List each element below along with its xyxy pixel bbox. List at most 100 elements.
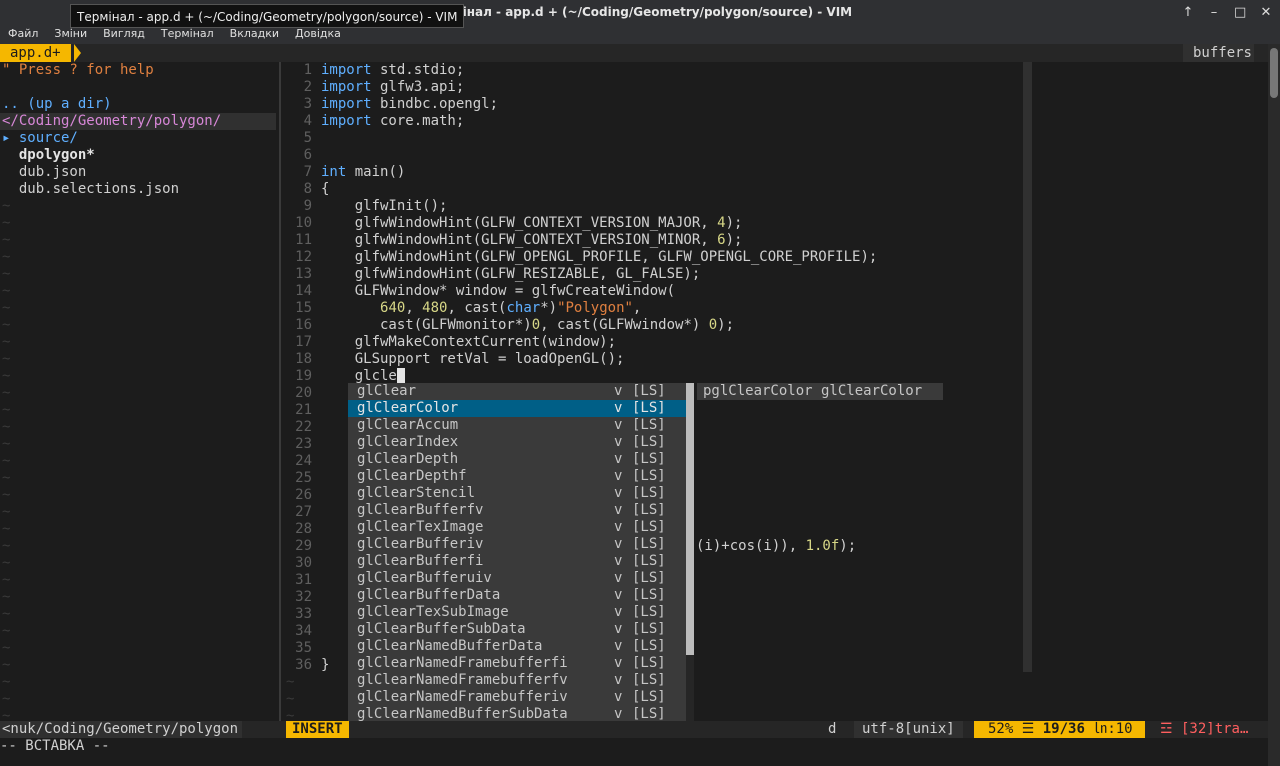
completion-item[interactable]: glClearNamedBufferData v [LS] [348,638,686,655]
empty-line-marker: ~ [2,487,11,503]
empty-line-marker: ~ [2,385,11,401]
completion-word: glClearDepthf [357,468,467,484]
code-line[interactable]: int main() [321,164,405,181]
completion-source: [LS] [632,400,666,416]
netrw-entry-dub-json[interactable]: dub.json [2,164,86,181]
line-number: 7 [303,164,312,180]
code-line[interactable]: glfwInit(); [321,198,448,215]
completion-word: glClearDepth [357,451,459,467]
completion-item[interactable]: glClearTexSubImage v [LS] [348,604,686,621]
netrw-up-dir[interactable]: .. (up a dir) [2,96,112,113]
code-line[interactable]: (i)+cos(i)), 1.0f); [696,538,856,555]
completion-kind: v [614,417,623,433]
completion-item[interactable]: glClearBufferfi v [LS] [348,553,686,570]
completion-word: glClearBufferuiv [357,570,492,586]
maximize-icon[interactable]: □ [1234,5,1246,20]
minimize-icon[interactable]: – [1208,5,1220,20]
completion-item[interactable]: glClearColor v [LS] [348,400,686,417]
completion-item[interactable]: glClearBufferuiv v [LS] [348,570,686,587]
line-number: 9 [303,198,312,214]
line-number: 8 [303,181,312,197]
netrw-entry-source[interactable]: ▸ source/ [2,130,78,147]
completion-word: glClearBufferiv [357,536,484,552]
code-line[interactable]: glfwWindowHint(GLFW_CONTEXT_VERSION_MAJO… [321,215,743,232]
netrw-current-path: </Coding/Geometry/polygon/ [0,113,276,130]
completion-kind: v [614,689,623,705]
code-line[interactable]: GLSupport retVal = loadOpenGL(); [321,351,625,368]
completion-item[interactable]: glClearBufferfv v [LS] [348,502,686,519]
code-line[interactable]: import bindbc.opengl; [321,96,498,113]
completion-kind: v [614,451,623,467]
completion-item[interactable]: glClearDepth v [LS] [348,451,686,468]
completion-word: glClearTexSubImage [357,604,509,620]
completion-item[interactable]: glClearNamedFramebufferiv v [LS] [348,689,686,706]
empty-line-marker: ~ [286,691,295,707]
completion-popup[interactable]: glClear v [LS] glClearColor v [LS] glClearAccu… [348,383,686,738]
completion-item[interactable]: glClearBufferData v [LS] [348,587,686,604]
completion-word: glClearStencil [357,485,476,501]
terminal-scrollbar-thumb[interactable] [1270,48,1278,98]
netrw-entry-dub-selections[interactable]: dub.selections.json [2,181,179,198]
line-number: 28 [295,521,312,537]
keep-above-icon[interactable]: ↑ [1182,5,1194,20]
completion-item[interactable]: glClear v [LS] [348,383,686,400]
completion-item[interactable]: glClearBufferiv v [LS] [348,536,686,553]
empty-line-marker: ~ [2,521,11,537]
completion-word: glClearBufferfv [357,502,484,518]
text-cursor [396,368,406,384]
line-number: 14 [295,283,312,299]
code-line[interactable]: import core.math; [321,113,464,130]
completion-kind: v [614,400,623,416]
empty-line-marker: ~ [2,640,11,656]
completion-source: [LS] [632,434,666,450]
completion-item[interactable]: glClearDepthf v [LS] [348,468,686,485]
completion-kind: v [614,468,623,484]
line-number: 5 [303,130,312,146]
empty-line-marker: ~ [2,674,11,690]
completion-item[interactable]: glClearNamedFramebufferfi v [LS] [348,655,686,672]
line-number: 35 [295,640,312,656]
code-line[interactable]: glfwMakeContextCurrent(window); [321,334,616,351]
code-line[interactable]: GLFWwindow* window = glfwCreateWindow( [321,283,675,300]
completion-item[interactable]: glClearBufferSubData v [LS] [348,621,686,638]
code-line[interactable]: import glfw3.api; [321,79,464,96]
tab-arrow-icon [74,44,81,62]
status-line: 19/36 [1042,721,1085,737]
terminal-scrollbar[interactable] [1268,44,1280,766]
code-line[interactable]: 640, 480, cast(char*)"Polygon", [321,300,641,317]
line-number: 32 [295,589,312,605]
code-line[interactable]: glfwWindowHint(GLFW_RESIZABLE, GL_FALSE)… [321,266,701,283]
completion-source: [LS] [632,519,666,535]
empty-line-marker: ~ [2,419,11,435]
completion-item[interactable]: glClearStencil v [LS] [348,485,686,502]
empty-line-marker: ~ [2,334,11,350]
completion-source: [LS] [632,451,666,467]
completion-kind: v [614,672,623,688]
completion-kind: v [614,604,623,620]
vertical-split[interactable] [279,62,281,722]
completion-scrollbar-thumb[interactable] [686,383,694,655]
menu-file[interactable]: Файл [0,24,46,44]
code-line[interactable]: import std.stdio; [321,62,464,79]
code-line[interactable]: cast(GLFWmonitor*)0, cast(GLFWwindow*) 0… [321,317,734,334]
completion-word: glClearNamedFramebufferiv [357,689,568,705]
status-percent: 52% [988,721,1014,737]
line-number: 10 [295,215,312,231]
completion-item[interactable]: glClearIndex v [LS] [348,434,686,451]
code-line[interactable]: { [321,181,329,198]
close-icon[interactable]: ✕ [1260,5,1272,20]
code-line[interactable]: glfwWindowHint(GLFW_OPENGL_PROFILE, GLFW… [321,249,878,266]
code-line[interactable]: glfwWindowHint(GLFW_CONTEXT_VERSION_MINO… [321,232,743,249]
code-line[interactable]: } [321,657,329,674]
netrw-entry-dpolygon[interactable]: dpolygon* [2,147,95,164]
completion-item[interactable]: glClearTexImage v [LS] [348,519,686,536]
line-number: 27 [295,504,312,520]
empty-line-marker: ~ [2,198,11,214]
command-line: -- ВСТАВКА -- [0,738,1268,755]
completion-item[interactable]: glClearNamedFramebufferfv v [LS] [348,672,686,689]
completion-source: [LS] [632,587,666,603]
empty-line-marker: ~ [2,657,11,673]
completion-item[interactable]: glClearAccum v [LS] [348,417,686,434]
completion-source: [LS] [632,383,666,399]
tab-app-d[interactable]: app.d+ [0,44,71,62]
